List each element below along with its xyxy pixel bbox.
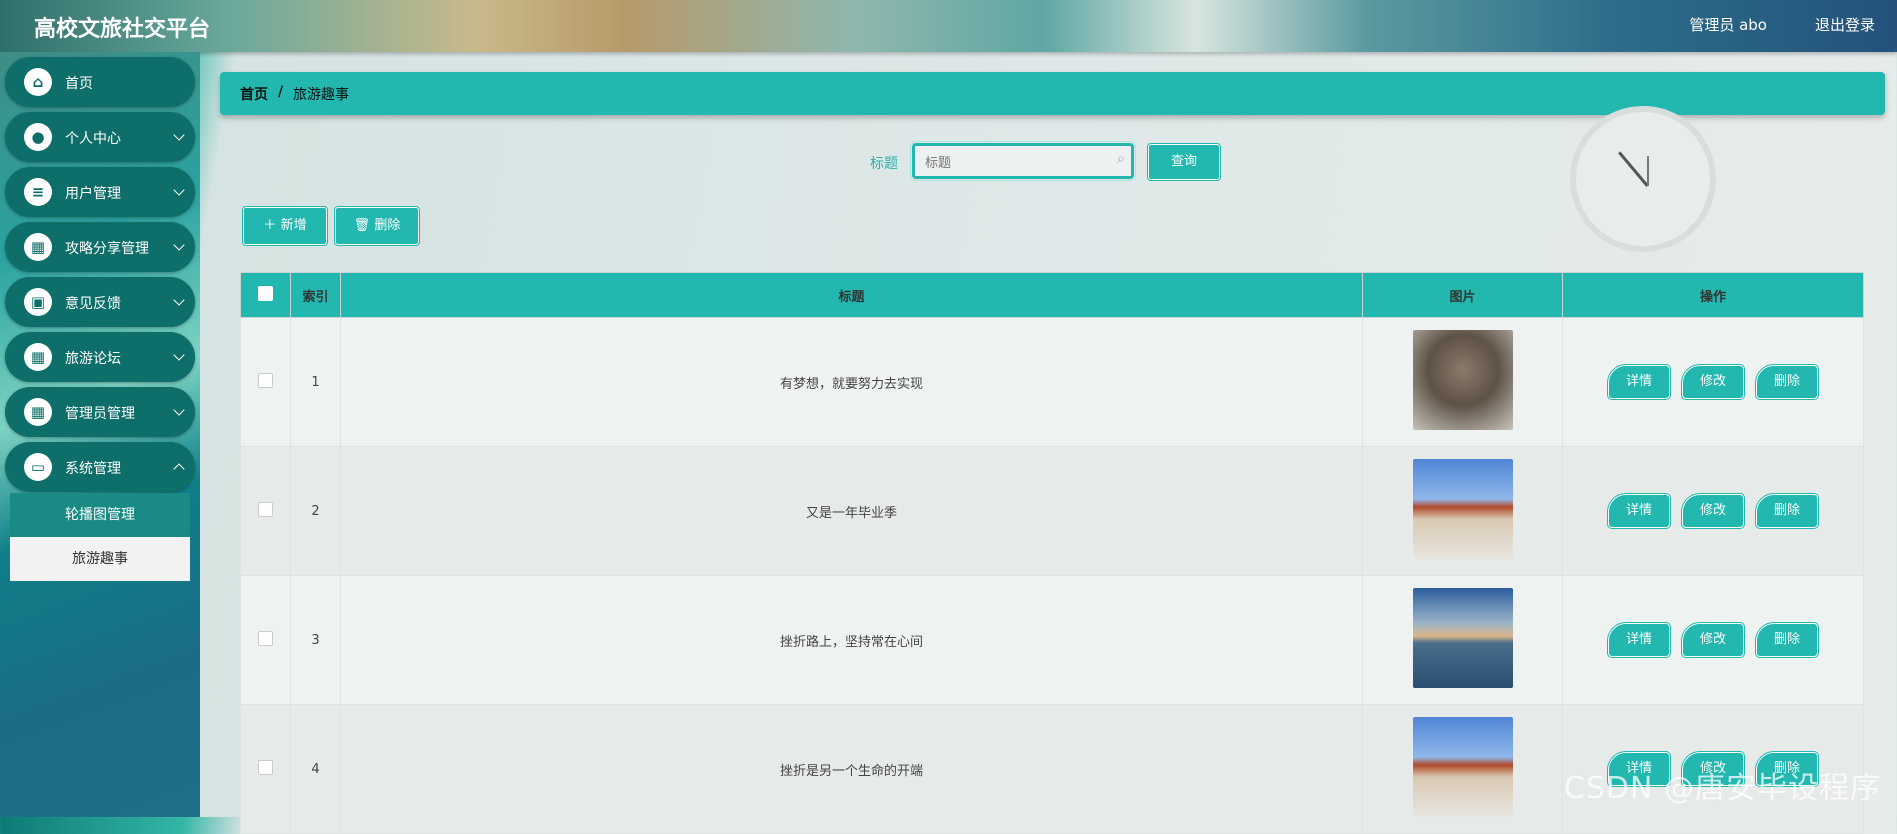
row-checkbox[interactable] [258,630,273,646]
column-header-actions: 操作 [1562,272,1864,318]
grid-icon: ▦ [24,343,52,371]
row-index: 1 [290,317,341,447]
detail-button[interactable]: 详情 [1607,364,1671,400]
sidebar-item-travel-forum[interactable]: ▦ 旅游论坛 [5,332,195,382]
grid-icon: ▦ [24,233,52,261]
sidebar-item-label: 管理员管理 [65,406,135,422]
home-icon: ⌂ [24,68,52,96]
column-header-title: 标题 [340,272,1363,318]
delete-button-label: 删除 [374,218,401,233]
delete-button[interactable]: 删除 [1755,364,1819,400]
breadcrumb-current: 旅游趣事 [293,87,349,103]
row-index: 3 [290,575,341,705]
sidebar-item-label: 意见反馈 [65,296,121,312]
delete-button[interactable]: 删除 [1755,622,1819,658]
search-label: 标题 [870,156,898,172]
table-row: 3 挫折路上，坚持常在心间 详情 修改 删除 [240,575,1864,705]
trash-icon: 🗑 [353,218,371,233]
sidebar-item-home[interactable]: ⌂ 首页 [5,57,195,107]
monitor-icon: ▭ [24,453,52,481]
search-input[interactable] [923,151,1107,175]
plus-icon: ＋ [263,218,277,233]
chevron-down-icon [173,349,185,361]
sidebar-item-user-management[interactable]: ≡ 用户管理 [5,167,195,217]
edit-button[interactable]: 修改 [1681,364,1745,400]
sidebar-item-admin-management[interactable]: ▦ 管理员管理 [5,387,195,437]
search-icon: ⌕ [1117,151,1125,167]
chevron-down-icon [173,294,185,306]
breadcrumb-home[interactable]: 首页 [240,84,268,104]
detail-button[interactable]: 详情 [1607,493,1671,529]
clock-hand [1618,151,1649,187]
watermark: CSDN @唐安毕设程序 [1563,771,1881,806]
clock-hand [1647,156,1649,186]
edit-button[interactable]: 修改 [1681,622,1745,658]
data-table: 索引 标题 图片 操作 1 有梦想，就要努力去实现 详情 修改 删除 2 又是一年毕… [240,272,1864,834]
select-all-checkbox[interactable] [258,285,273,301]
row-title: 有梦想，就要努力去实现 [340,317,1363,447]
delete-button[interactable]: 删除 [1755,493,1819,529]
chevron-up-icon [173,463,185,475]
row-thumbnail-image [1412,459,1513,559]
chevron-down-icon [173,404,185,416]
add-button-label: 新增 [280,218,307,233]
row-index: 2 [290,446,341,576]
column-header-index: 索引 [290,272,341,318]
row-checkbox[interactable] [258,759,273,775]
edit-button[interactable]: 修改 [1681,493,1745,529]
sidebar-item-label: 用户管理 [65,186,121,202]
table-header-row: 索引 标题 图片 操作 [240,272,1864,318]
sidebar: ⌂ 首页 ● 个人中心 ≡ 用户管理 ▦ 攻略分享管理 ▣ 意见反馈 ▦ 旅游论… [0,52,200,817]
query-button[interactable]: 查询 [1147,143,1221,181]
app-title: 高校文旅社交平台 [34,17,211,42]
sidebar-item-label: 首页 [65,76,93,92]
clock-decoration [1570,106,1716,252]
sidebar-item-label: 攻略分享管理 [65,241,149,257]
sidebar-item-label: 系统管理 [65,461,121,477]
row-checkbox[interactable] [258,501,273,517]
detail-button[interactable]: 详情 [1607,622,1671,658]
row-title: 又是一年毕业季 [340,446,1363,576]
briefcase-icon: ▣ [24,288,52,316]
search-field: ⌕ [910,141,1136,181]
sidebar-item-feedback[interactable]: ▣ 意见反馈 [5,277,195,327]
sidebar-item-guide-sharing[interactable]: ▦ 攻略分享管理 [5,222,195,272]
user-icon: ● [24,123,52,151]
logout-link[interactable]: 退出登录 [1815,14,1875,35]
row-checkbox[interactable] [258,372,273,388]
sidebar-item-personal-center[interactable]: ● 个人中心 [5,112,195,162]
list-icon: ≡ [24,178,52,206]
row-thumbnail-image [1412,330,1513,430]
submenu-item-carousel[interactable]: 轮播图管理 [10,493,190,537]
select-all-cell [240,272,291,318]
breadcrumb-separator: / [278,84,284,100]
grid-icon: ▦ [24,398,52,426]
add-button[interactable]: ＋ 新增 [242,206,328,246]
row-title: 挫折是另一个生命的开端 [340,704,1363,834]
table-row: 2 又是一年毕业季 详情 修改 删除 [240,446,1864,576]
chevron-down-icon [173,239,185,251]
row-title: 挫折路上，坚持常在心间 [340,575,1363,705]
row-thumbnail-image [1412,717,1513,817]
table-row: 1 有梦想，就要努力去实现 详情 修改 删除 [240,317,1864,447]
column-header-image: 图片 [1362,272,1563,318]
chevron-down-icon [173,184,185,196]
row-index: 4 [290,704,341,834]
chevron-down-icon [173,129,185,141]
batch-delete-button[interactable]: 🗑 删除 [334,206,420,246]
sidebar-item-system-management[interactable]: ▭ 系统管理 [5,442,195,492]
submenu-item-travel-anecdotes[interactable]: 旅游趣事 [10,537,190,581]
top-header: 高校文旅社交平台 管理员 abo 退出登录 [0,0,1897,52]
sidebar-item-label: 旅游论坛 [65,351,121,367]
admin-user-label: 管理员 abo [1689,16,1767,34]
sidebar-item-label: 个人中心 [65,131,121,147]
row-thumbnail-image [1412,588,1513,688]
